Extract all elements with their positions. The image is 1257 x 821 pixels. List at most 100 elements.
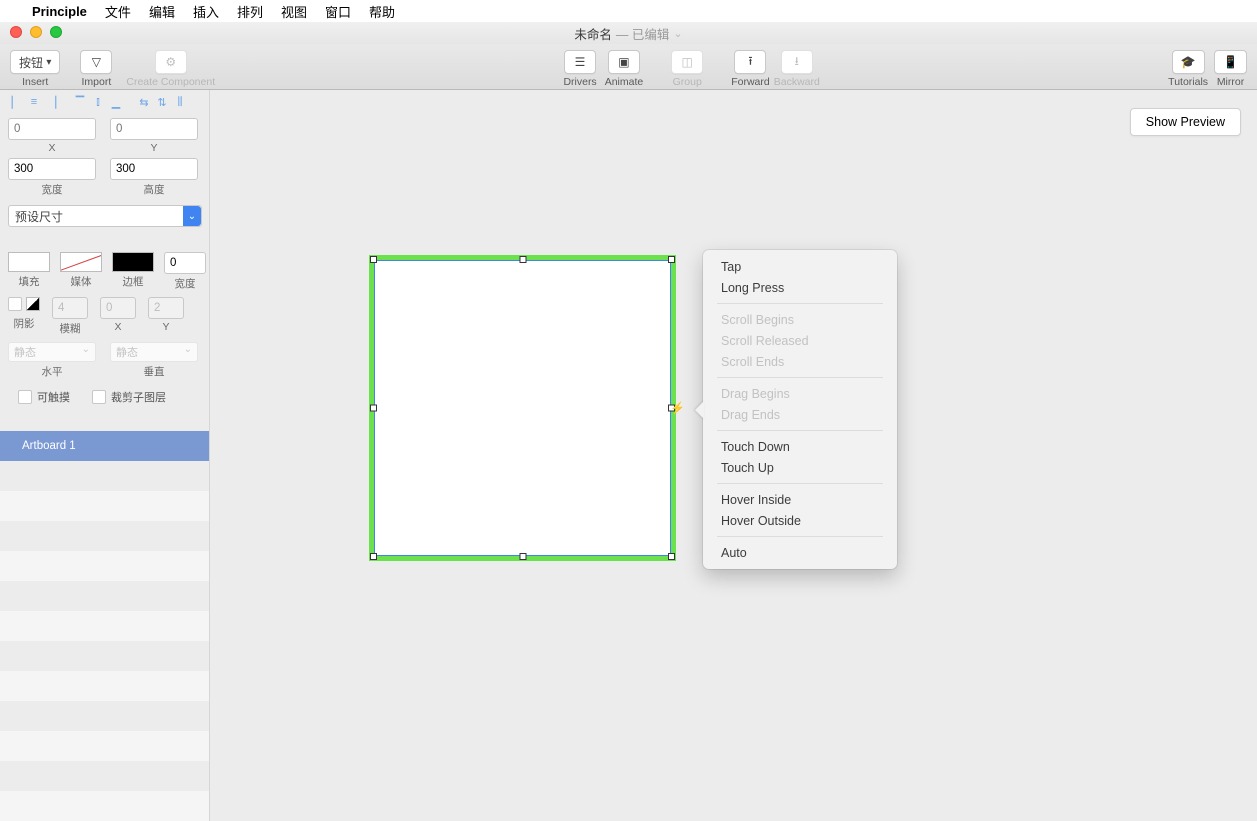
ctx-scroll-released: Scroll Released xyxy=(703,330,897,351)
clip-checkbox[interactable]: 裁剪子图层 xyxy=(92,389,166,405)
touchable-checkbox[interactable]: 可触摸 xyxy=(18,389,70,405)
menu-help[interactable]: 帮助 xyxy=(369,2,395,21)
animate-button[interactable]: ▣ xyxy=(608,50,640,74)
align-right-icon[interactable]: ▕ xyxy=(44,94,60,110)
menu-arrange[interactable]: 排列 xyxy=(237,2,263,21)
blur-input[interactable] xyxy=(52,297,88,319)
list-item[interactable] xyxy=(0,611,209,641)
list-item[interactable] xyxy=(0,731,209,761)
resize-handle-tl[interactable] xyxy=(370,256,377,263)
list-item[interactable] xyxy=(0,551,209,581)
menu-window[interactable]: 窗口 xyxy=(325,2,351,21)
menu-view[interactable]: 视图 xyxy=(281,2,307,21)
resize-handle-ml[interactable] xyxy=(370,405,377,412)
preset-size-dropdown[interactable]: 预设尺寸 ⌄ xyxy=(8,205,202,227)
tutorials-button[interactable]: 🎓 xyxy=(1172,50,1205,74)
list-item[interactable] xyxy=(0,461,209,491)
title-chevron-icon[interactable]: ⌄ xyxy=(673,27,682,40)
ctx-long-press[interactable]: Long Press xyxy=(703,277,897,298)
resize-handle-tm[interactable] xyxy=(519,256,526,263)
media-swatch[interactable] xyxy=(60,252,102,272)
forward-label: Forward xyxy=(731,76,770,88)
height-label: 高度 xyxy=(144,182,165,197)
x-input[interactable] xyxy=(8,118,96,140)
macos-menubar: Principle 文件 编辑 插入 排列 视图 窗口 帮助 xyxy=(0,0,1257,22)
list-item[interactable] xyxy=(0,761,209,791)
close-window-button[interactable] xyxy=(10,26,22,38)
distribute-v-icon[interactable]: ⇅ xyxy=(154,94,170,110)
resize-handle-bl[interactable] xyxy=(370,553,377,560)
group-button[interactable]: ◫ xyxy=(671,50,703,74)
hscroll-select[interactable]: 静态 xyxy=(8,342,96,362)
list-item[interactable] xyxy=(0,491,209,521)
shadow-color-swatch[interactable] xyxy=(26,297,40,311)
create-component-button[interactable]: ⚙︎ xyxy=(155,50,187,74)
width-label: 宽度 xyxy=(42,182,63,197)
ctx-hover-inside[interactable]: Hover Inside xyxy=(703,489,897,510)
distribute-h-icon[interactable]: ⇆ xyxy=(136,94,152,110)
shadow-checkbox[interactable] xyxy=(8,297,22,311)
shadow-x-input[interactable] xyxy=(100,297,136,319)
media-label: 媒体 xyxy=(71,274,92,289)
list-item[interactable] xyxy=(0,641,209,671)
import-button[interactable]: ▽ xyxy=(80,50,112,74)
distribute-spacing-icon[interactable]: ⫼ xyxy=(172,94,188,110)
resize-handle-br[interactable] xyxy=(668,553,675,560)
fill-swatch[interactable] xyxy=(8,252,50,272)
align-bottom-icon[interactable]: ▁ xyxy=(108,94,124,110)
forward-button[interactable]: ⭱ xyxy=(734,50,766,74)
insert-button[interactable]: 按钮 ▾ xyxy=(10,50,60,74)
menu-tail-icon xyxy=(695,401,704,419)
y-label: Y xyxy=(150,142,157,154)
list-item[interactable] xyxy=(0,521,209,551)
ctx-tap[interactable]: Tap xyxy=(703,256,897,277)
ctx-hover-outside[interactable]: Hover Outside xyxy=(703,510,897,531)
backward-button[interactable]: ⭳ xyxy=(781,50,813,74)
mirror-icon: 📱 xyxy=(1223,55,1238,69)
align-top-icon[interactable]: ▔ xyxy=(72,94,88,110)
layer-item-selected[interactable]: Artboard 1 xyxy=(0,431,209,461)
ctx-touch-up[interactable]: Touch Up xyxy=(703,457,897,478)
interaction-handle-icon[interactable]: ⚡ xyxy=(670,401,685,415)
menu-insert[interactable]: 插入 xyxy=(193,2,219,21)
group-icon: ◫ xyxy=(682,55,693,69)
border-swatch[interactable] xyxy=(112,252,154,272)
y-input[interactable] xyxy=(110,118,198,140)
list-item[interactable] xyxy=(0,671,209,701)
list-item[interactable] xyxy=(0,581,209,611)
mirror-tool: 📱 Mirror xyxy=(1214,50,1247,88)
width-input[interactable] xyxy=(8,158,96,180)
fill-label: 填充 xyxy=(19,274,40,289)
events-context-menu: Tap Long Press Scroll Begins Scroll Rele… xyxy=(703,250,897,569)
list-item[interactable] xyxy=(0,701,209,731)
ctx-auto[interactable]: Auto xyxy=(703,542,897,563)
menu-separator xyxy=(717,377,883,378)
artboard[interactable]: ⚡ xyxy=(369,255,676,561)
canvas[interactable]: Show Preview ⚡ Tap Long Press Scroll Beg… xyxy=(210,90,1257,821)
border-width-input[interactable] xyxy=(164,252,206,274)
app-menu[interactable]: Principle xyxy=(32,4,87,19)
minimize-window-button[interactable] xyxy=(30,26,42,38)
group-label: Group xyxy=(673,76,702,88)
align-left-icon[interactable]: ▏ xyxy=(8,94,24,110)
backward-tool: ⭳ Backward xyxy=(774,50,820,88)
resize-handle-tr[interactable] xyxy=(668,256,675,263)
zoom-window-button[interactable] xyxy=(50,26,62,38)
drivers-button[interactable]: ☰ xyxy=(564,50,596,74)
shadow-y-input[interactable] xyxy=(148,297,184,319)
blur-label: 模糊 xyxy=(60,321,81,336)
resize-handle-bm[interactable] xyxy=(519,553,526,560)
height-input[interactable] xyxy=(110,158,198,180)
mirror-button[interactable]: 📱 xyxy=(1214,50,1247,74)
ctx-touch-down[interactable]: Touch Down xyxy=(703,436,897,457)
vscroll-select[interactable]: 静态 xyxy=(110,342,198,362)
show-preview-button[interactable]: Show Preview xyxy=(1130,108,1241,136)
menu-separator xyxy=(717,483,883,484)
align-center-v-icon[interactable]: ⫾ xyxy=(90,94,106,110)
menu-edit[interactable]: 编辑 xyxy=(149,2,175,21)
preset-size-value: 预设尺寸 xyxy=(15,208,63,225)
menu-file[interactable]: 文件 xyxy=(105,2,131,21)
list-item[interactable] xyxy=(0,791,209,821)
vscroll-label: 垂直 xyxy=(144,364,165,379)
align-center-h-icon[interactable]: ≡ xyxy=(26,94,42,110)
